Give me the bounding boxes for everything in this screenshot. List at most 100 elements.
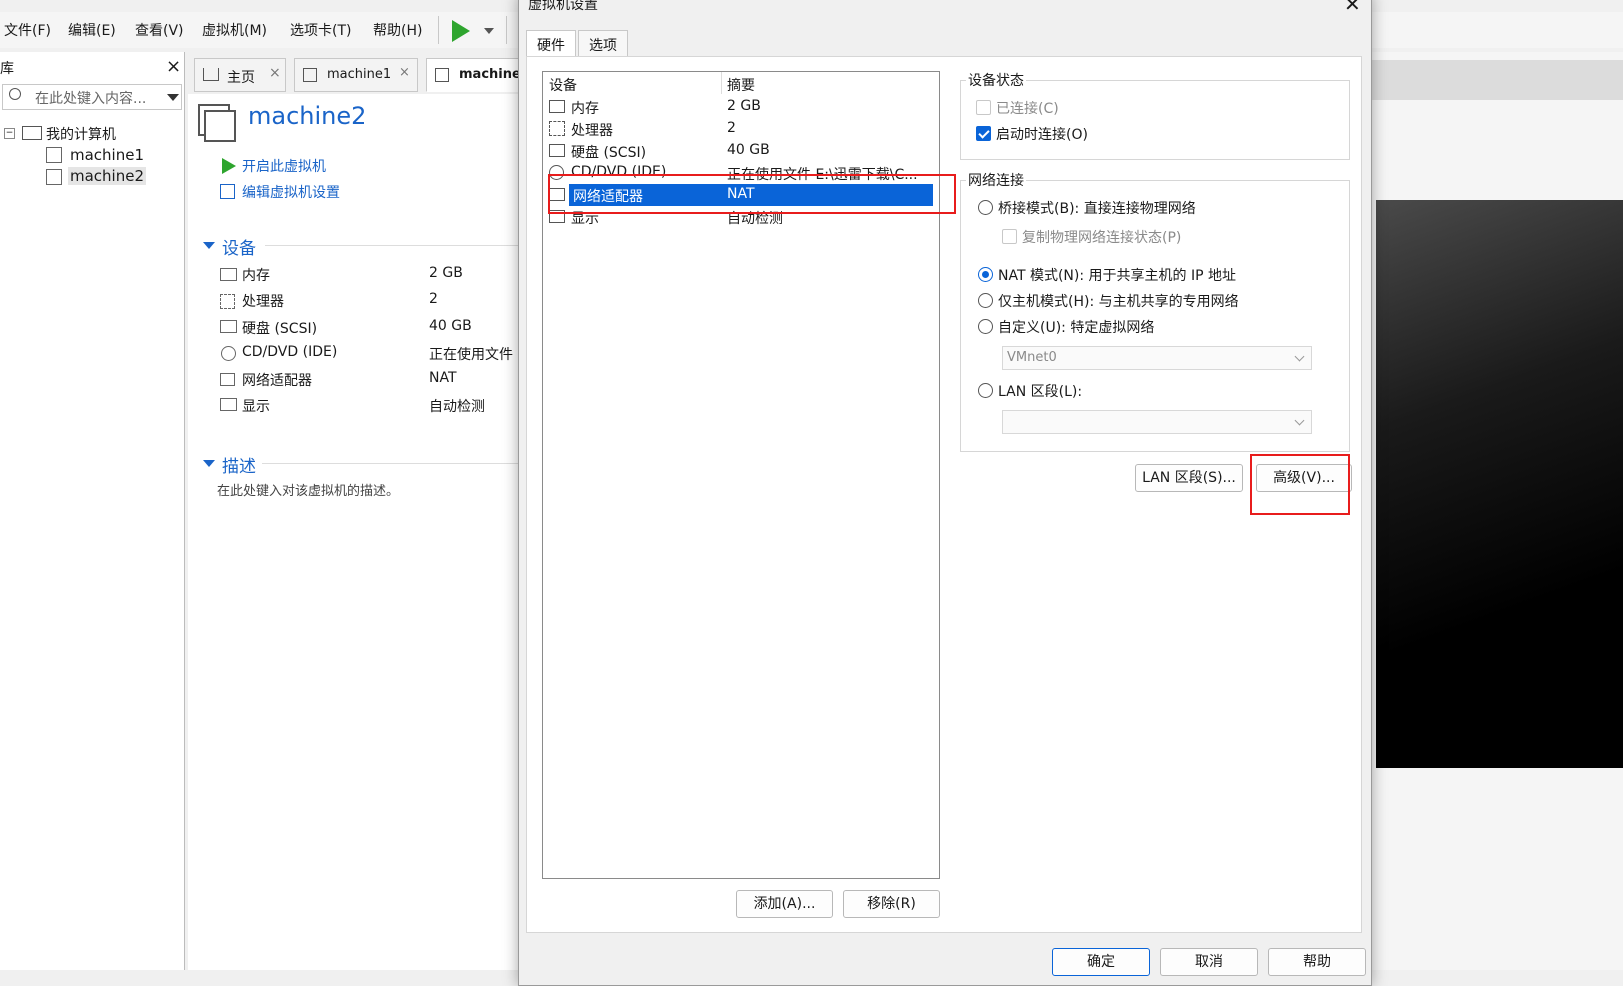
ok-button[interactable]: 确定 (1052, 948, 1150, 976)
device-name: 硬盘 (SCSI) (242, 321, 318, 337)
edit-settings-icon (220, 184, 235, 199)
processor-icon (220, 294, 235, 309)
library-search-input[interactable]: 在此处键入内容... (2, 84, 182, 110)
close-icon[interactable]: × (399, 65, 410, 80)
menu-tabs[interactable]: 选项卡(T) (290, 20, 351, 40)
menu-edit[interactable]: 编辑(E) (68, 20, 116, 40)
lan-segment-select[interactable] (1002, 410, 1312, 434)
dropdown-icon[interactable] (167, 94, 179, 101)
item-summary: 2 GB (727, 98, 761, 114)
host-only-radio[interactable] (978, 293, 993, 308)
menu-vm[interactable]: 虚拟机(M) (202, 20, 267, 40)
list-item-memory[interactable]: 内存 2 GB (543, 96, 939, 118)
network-connection-title: 网络连接 (966, 170, 1026, 190)
processor-icon (549, 121, 565, 136)
power-on-icon[interactable] (452, 20, 470, 42)
network-adapter-icon (220, 373, 235, 386)
item-name: 硬盘 (SCSI) (571, 145, 647, 161)
lan-segment-label: LAN 区段(L): (998, 384, 1083, 400)
document-tabs: 主页 × machine1 × machine2 (188, 58, 530, 94)
tree-item-machine1[interactable]: machine1 (70, 146, 144, 164)
vm-icon (303, 68, 317, 82)
item-name: 处理器 (571, 123, 613, 139)
list-item-hard-disk[interactable]: 硬盘 (SCSI) 40 GB (543, 140, 939, 162)
device-name: 网络适配器 (242, 373, 312, 389)
device-value: 自动检测 (429, 399, 485, 415)
tree-root[interactable]: 我的计算机 (46, 124, 116, 144)
toolbar-separator (506, 16, 507, 44)
collapse-icon[interactable]: − (4, 128, 15, 139)
vmnet-select[interactable]: VMnet0 (1002, 346, 1312, 370)
device-value: 正在使用文件 (429, 347, 513, 363)
library-title: 库 (0, 61, 14, 77)
lan-segment-radio[interactable] (978, 383, 993, 398)
cd-dvd-icon (221, 346, 236, 361)
menu-view[interactable]: 查看(V) (135, 20, 184, 40)
device-name: 处理器 (242, 294, 284, 310)
device-value: 40 GB (429, 318, 472, 334)
header-device[interactable]: 设备 (549, 75, 577, 95)
replicate-label: 复制物理网络连接状态(P) (1022, 230, 1182, 246)
close-icon[interactable]: × (269, 65, 281, 81)
nat-label: NAT 模式(N): 用于共享主机的 IP 地址 (998, 268, 1236, 284)
computer-icon (22, 126, 42, 140)
home-icon (203, 68, 219, 81)
power-on-link[interactable]: 开启此虚拟机 (242, 156, 326, 176)
tab-options[interactable]: 选项 (578, 30, 628, 56)
memory-icon (220, 268, 237, 281)
list-item-processor[interactable]: 处理器 2 (543, 118, 939, 140)
display-icon (220, 398, 237, 411)
replicate-checkbox[interactable] (1002, 229, 1017, 244)
nat-radio[interactable] (978, 267, 993, 282)
menu-file[interactable]: 文件(F) (4, 20, 51, 40)
library-close-icon[interactable]: × (166, 56, 181, 77)
device-status-title: 设备状态 (966, 70, 1026, 90)
collapse-description-icon[interactable] (203, 460, 215, 467)
hard-disk-icon (220, 320, 237, 333)
collapse-devices-icon[interactable] (203, 242, 215, 249)
device-name: 内存 (242, 268, 270, 284)
vm-icon (435, 68, 449, 82)
library-panel (0, 52, 185, 970)
vm-summary-page (188, 94, 528, 970)
connect-at-power-on-checkbox[interactable] (976, 126, 991, 141)
highlight-box-advanced (1250, 454, 1350, 515)
menu-help[interactable]: 帮助(H) (373, 20, 422, 40)
chevron-down-icon (1294, 351, 1305, 362)
bridged-label: 桥接模式(B): 直接连接物理网络 (998, 201, 1196, 217)
tree-item-machine2[interactable]: machine2 (68, 167, 147, 185)
tab-home[interactable]: 主页 × (194, 58, 286, 92)
bridged-radio[interactable] (978, 200, 993, 215)
search-icon (9, 88, 21, 100)
header-divider[interactable] (721, 72, 722, 94)
remove-button[interactable]: 移除(R) (843, 890, 940, 918)
tab-hardware[interactable]: 硬件 (526, 30, 576, 56)
description-text[interactable]: 在此处键入对该虚拟机的描述。 (217, 480, 399, 499)
connected-checkbox[interactable] (976, 100, 991, 115)
lan-segments-button[interactable]: LAN 区段(S)... (1135, 464, 1243, 492)
cancel-button[interactable]: 取消 (1160, 948, 1258, 976)
divider (262, 463, 523, 464)
dialog-close-icon[interactable]: ✕ (1344, 0, 1361, 16)
connect-at-power-on-label: 启动时连接(O) (996, 127, 1088, 143)
device-value: 2 (429, 291, 438, 307)
edit-settings-link[interactable]: 编辑虚拟机设置 (242, 182, 340, 202)
vm-large-icon-front (204, 110, 236, 142)
item-name: 内存 (571, 101, 599, 117)
dialog-title: 虚拟机设置 (528, 0, 598, 13)
add-button[interactable]: 添加(A)... (736, 890, 833, 918)
help-button[interactable]: 帮助 (1268, 948, 1366, 976)
connected-label: 已连接(C) (996, 101, 1059, 117)
tab-machine1[interactable]: machine1 × (294, 58, 418, 92)
custom-radio[interactable] (978, 319, 993, 334)
vm-icon (46, 169, 62, 185)
item-summary: 2 (727, 120, 736, 136)
devices-section-title: 设备 (222, 239, 256, 259)
header-summary[interactable]: 摘要 (727, 75, 755, 95)
search-placeholder: 在此处键入内容... (35, 91, 147, 107)
right-tab-band (1372, 60, 1623, 100)
divider (265, 245, 523, 246)
page-title: machine2 (248, 102, 367, 130)
chevron-down-icon[interactable] (484, 28, 494, 34)
tab-machine2[interactable]: machine2 (426, 58, 530, 92)
